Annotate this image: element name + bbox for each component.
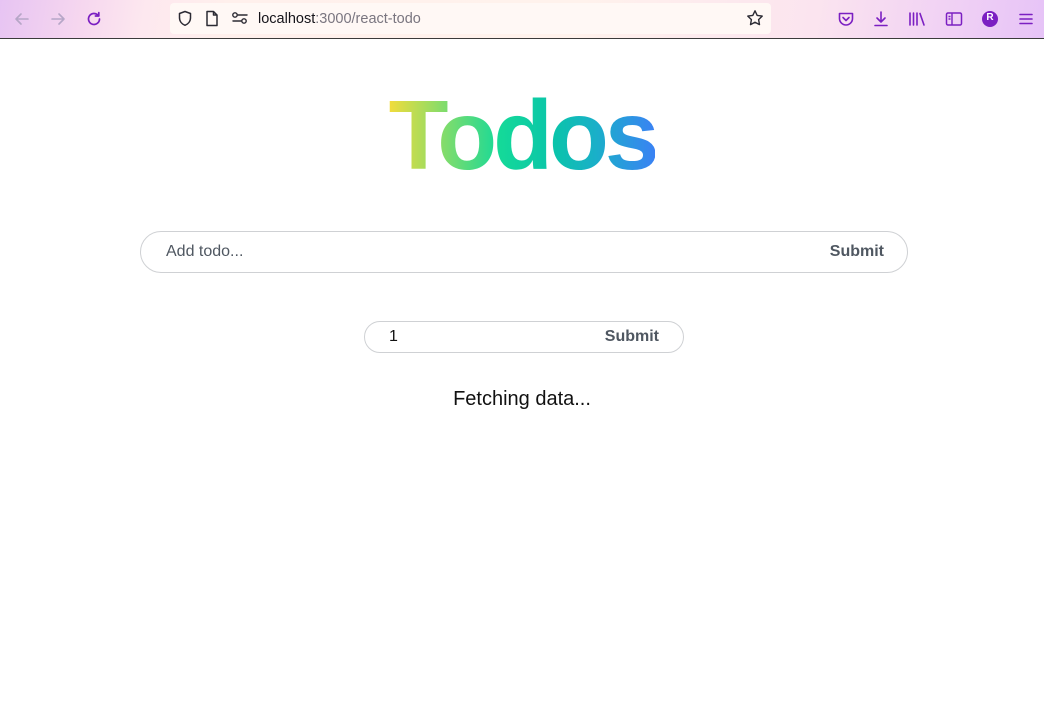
page-icon[interactable] <box>205 10 219 32</box>
page-title-text: Todos <box>388 80 660 190</box>
reload-icon[interactable] <box>81 7 107 31</box>
sidebar-icon[interactable] <box>941 7 967 31</box>
page-number-submit-button[interactable]: Submit <box>605 328 659 346</box>
address-bar[interactable]: localhost:3000/react-todo <box>170 3 771 34</box>
downloads-icon[interactable] <box>868 7 894 31</box>
avatar-initial: R <box>986 12 994 23</box>
permissions-icon[interactable] <box>231 11 249 30</box>
page-title: Todos <box>0 80 1044 190</box>
shield-icon[interactable] <box>177 10 193 32</box>
forward-icon[interactable] <box>45 7 71 31</box>
add-todo-submit-button[interactable]: Submit <box>830 243 884 261</box>
page-number-input[interactable]: 1 <box>389 328 398 346</box>
url-text[interactable]: localhost:3000/react-todo <box>258 11 421 27</box>
browser-toolbar: localhost:3000/react-todo R <box>0 0 1044 39</box>
account-avatar[interactable]: R <box>977 7 1003 31</box>
back-icon[interactable] <box>9 7 35 31</box>
library-icon[interactable] <box>904 7 930 31</box>
menu-icon[interactable] <box>1013 7 1039 31</box>
loading-status-text: Fetching data... <box>453 388 591 410</box>
url-host: localhost <box>258 11 316 27</box>
page-number-form: 1 Submit <box>364 321 684 353</box>
add-todo-input[interactable]: Add todo... <box>166 243 243 261</box>
add-todo-form: Add todo... Submit <box>140 231 908 273</box>
url-path: :3000/react-todo <box>315 11 421 27</box>
pocket-icon[interactable] <box>833 7 859 31</box>
bookmark-star-icon[interactable] <box>746 9 764 32</box>
